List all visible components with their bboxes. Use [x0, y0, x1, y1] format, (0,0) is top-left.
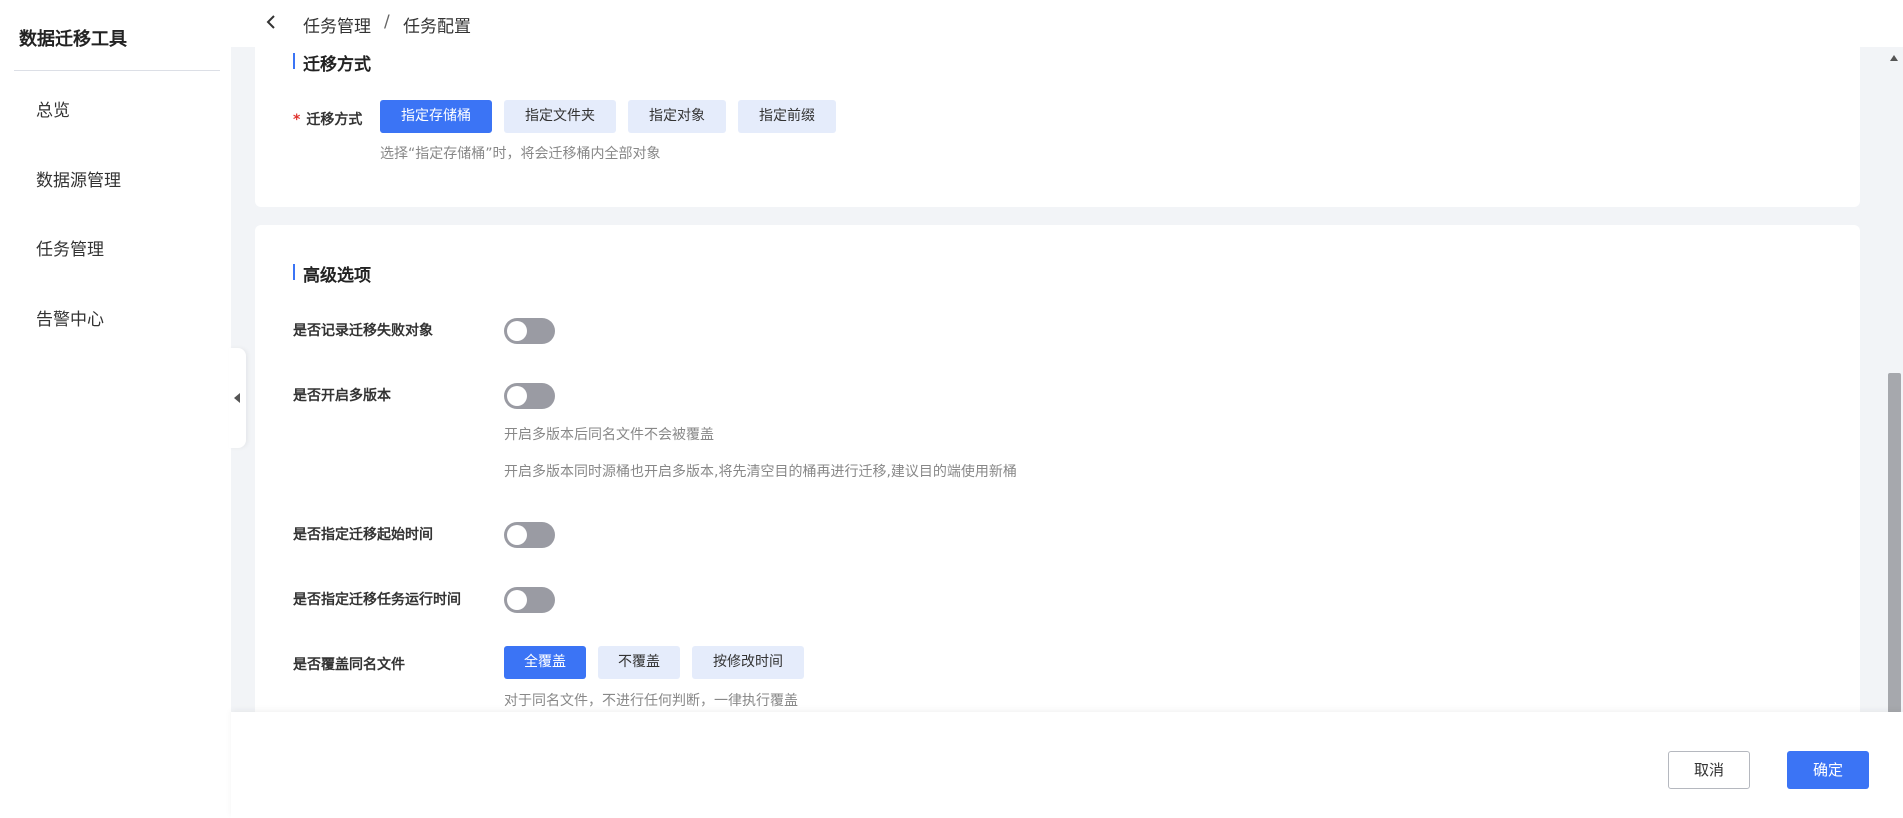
toggle-knob — [507, 590, 527, 610]
overwrite-option-all[interactable]: 全覆盖 — [504, 646, 586, 679]
app-title: 数据迁移工具 — [19, 29, 127, 50]
sidebar-item-alerts[interactable]: 告警中心 — [36, 305, 104, 330]
run-time-toggle[interactable] — [504, 587, 555, 613]
sidebar-divider — [14, 70, 220, 71]
breadcrumb-task-management[interactable]: 任务管理 — [303, 12, 371, 37]
migration-method-label: * 迁移方式 — [293, 109, 362, 129]
toggle-knob — [507, 321, 527, 341]
migration-method-card: 迁移方式 * 迁移方式 指定存储桶 指定文件夹 指定对象 指定前缀 选择“指定存储… — [255, 47, 1860, 207]
overwrite-option-none[interactable]: 不覆盖 — [598, 646, 680, 679]
multi-version-hint-1: 开启多版本后同名文件不会被覆盖 — [504, 427, 714, 443]
page-header: 任务管理 / 任务配置 — [231, 0, 1903, 47]
scrollbar[interactable] — [1886, 47, 1903, 713]
migration-method-hint: 选择“指定存储桶”时，将会迁移桶内全部对象 — [380, 146, 661, 162]
sidebar-item-overview[interactable]: 总览 — [36, 96, 70, 121]
overwrite-label: 是否覆盖同名文件 — [293, 657, 405, 673]
cancel-button[interactable]: 取消 — [1668, 751, 1750, 789]
record-failed-toggle[interactable] — [504, 318, 555, 344]
required-mark: * — [293, 112, 301, 128]
multi-version-hint-2: 开启多版本同时源桶也开启多版本,将先清空目的桶再进行迁移,建议目的端使用新桶 — [504, 464, 1017, 480]
start-time-toggle[interactable] — [504, 522, 555, 548]
run-time-label: 是否指定迁移任务运行时间 — [293, 592, 461, 608]
sidebar-item-tasks[interactable]: 任务管理 — [36, 235, 104, 260]
multi-version-label: 是否开启多版本 — [293, 388, 391, 404]
caret-left-icon — [234, 393, 240, 403]
multi-version-toggle[interactable] — [504, 383, 555, 409]
sidebar: 数据迁移工具 总览 数据源管理 任务管理 告警中心 — [0, 0, 231, 818]
scrollbar-thumb[interactable] — [1888, 373, 1901, 713]
confirm-button[interactable]: 确定 — [1787, 751, 1869, 789]
footer-bar: 取消 确定 — [231, 712, 1903, 818]
chevron-left-icon[interactable] — [263, 14, 279, 30]
section-title-migration: 迁移方式 — [293, 50, 371, 75]
toggle-knob — [507, 525, 527, 545]
record-failed-label: 是否记录迁移失败对象 — [293, 323, 433, 339]
option-specify-bucket[interactable]: 指定存储桶 — [380, 100, 492, 133]
toggle-knob — [507, 386, 527, 406]
migration-method-label-text: 迁移方式 — [306, 112, 363, 128]
sidebar-item-datasource[interactable]: 数据源管理 — [36, 166, 121, 191]
advanced-options-card: 高级选项 是否记录迁移失败对象 是否开启多版本 开启多版本后同名文件不会被覆盖 … — [255, 225, 1860, 745]
sidebar-collapse-button[interactable] — [229, 348, 246, 448]
section-title-advanced: 高级选项 — [293, 261, 371, 286]
overwrite-hint: 对于同名文件，不进行任何判断，一律执行覆盖 — [504, 693, 798, 709]
breadcrumb-separator: / — [384, 12, 390, 32]
overwrite-option-by-mtime[interactable]: 按修改时间 — [692, 646, 804, 679]
option-specify-folder[interactable]: 指定文件夹 — [504, 100, 616, 133]
start-time-label: 是否指定迁移起始时间 — [293, 527, 433, 543]
breadcrumb-task-config: 任务配置 — [403, 17, 471, 37]
option-specify-prefix[interactable]: 指定前缀 — [738, 100, 836, 133]
option-specify-object[interactable]: 指定对象 — [628, 100, 726, 133]
caret-up-icon[interactable] — [1890, 55, 1898, 61]
